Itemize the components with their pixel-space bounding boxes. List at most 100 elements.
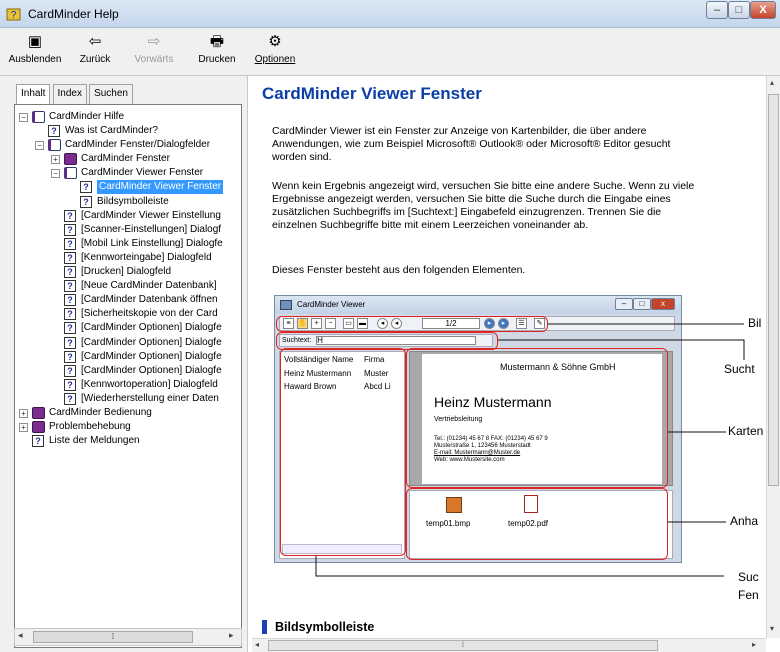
tree-item[interactable]: ? [CardMinder Optionen] Dialogfe (15, 336, 237, 350)
tree-item-label: CardMinder Fenster (81, 153, 170, 165)
back-label: Zurück (79, 54, 111, 65)
help-page-icon: ? (80, 195, 92, 208)
scroll-down-icon[interactable]: ▾ (770, 624, 774, 633)
tree-item-label: [Kennworteingabe] Dialogfeld (81, 251, 212, 263)
tree-item[interactable]: ? [CardMinder Viewer Einstellung (15, 209, 237, 223)
collapse-icon[interactable]: − (51, 169, 60, 179)
tree-item[interactable]: + CardMinder Fenster (15, 152, 237, 166)
back-button[interactable]: ⇦ Zurück (74, 32, 116, 65)
tree-item[interactable]: ? [Drucken] Dialogfeld (15, 265, 237, 279)
tree-item[interactable]: ? [Scanner-Einstellungen] Dialogf (15, 223, 237, 237)
tree-item-label: CardMinder Fenster/Dialogfelder (65, 139, 211, 151)
tree-item[interactable]: ? [Sicherheitskopie von der Card (15, 307, 237, 321)
tab-search[interactable]: Suchen (89, 84, 133, 104)
tree-item[interactable]: + Problembehebung (15, 420, 237, 434)
help-page-icon: ? (64, 294, 76, 307)
forward-button[interactable]: ⇨ Vorwärts (128, 32, 180, 65)
tree-item[interactable]: ? Bildsymbolleiste (15, 195, 237, 209)
help-page-icon: ? (64, 378, 76, 391)
print-label: Drucken (198, 54, 236, 65)
help-page-icon: ? (64, 237, 76, 250)
options-icon: ⚙ (268, 33, 282, 50)
minimize-button[interactable]: – (706, 1, 728, 19)
tree-item-label: CardMinder Bedienung (49, 406, 152, 418)
help-page-icon: ? (80, 181, 92, 194)
section-heading: Bildsymbolleiste (262, 620, 374, 634)
tree-item-label: Bildsymbolleiste (97, 195, 169, 207)
forward-arrow-icon: ⇨ (147, 33, 161, 50)
expand-icon[interactable]: + (19, 408, 28, 418)
tree-item-label: [Kennwortoperation] Dialogfeld (81, 378, 218, 390)
tree-item[interactable]: − CardMinder Viewer Fenster (15, 166, 237, 180)
toolbar: ▣ Ausblenden ⇦ Zurück ⇨ Vorwärts 🖶 Druck… (0, 28, 780, 76)
hide-button[interactable]: ▣ Ausblenden (6, 32, 64, 65)
tree-item[interactable]: ? [CardMinder Optionen] Dialogfe (15, 321, 237, 335)
title-bar: ? CardMinder Help – □ X (0, 0, 780, 28)
options-button[interactable]: ⚙ Optionen (252, 32, 298, 65)
tree-item[interactable]: ? CardMinder Viewer Fenster (15, 180, 237, 195)
tree-item-label: [CardMinder Viewer Einstellung (81, 209, 221, 221)
tree-item-label: [Sicherheitskopie von der Card (81, 308, 218, 320)
content-hscroll-thumb[interactable]: ⁞ (268, 640, 658, 651)
topic-content: CardMinder Viewer Fenster CardMinder Vie… (252, 76, 766, 638)
content-horizontal-scrollbar[interactable]: ◂ ⁞ ▸ (252, 638, 766, 652)
help-page-icon: ? (64, 266, 76, 279)
forward-label: Vorwärts (134, 54, 174, 65)
tree-item[interactable]: ? [CardMinder Datenbank öffnen (15, 293, 237, 307)
help-page-icon: ? (64, 336, 76, 349)
maximize-button[interactable]: □ (728, 1, 750, 19)
tree-item-label: [Drucken] Dialogfeld (81, 266, 172, 278)
scroll-left-icon[interactable]: ◂ (255, 640, 259, 649)
tree-item[interactable]: ? [Mobil Link Einstellung] Dialogfe (15, 237, 237, 251)
callout-lines (315, 323, 745, 577)
tree-item[interactable]: ? [Wiederherstellung einer Daten (15, 392, 237, 406)
tab-index[interactable]: Index (52, 84, 87, 104)
nav-tabs: Inhalt Index Suchen (16, 84, 133, 105)
callout-list-2: Fen (738, 588, 759, 602)
scroll-up-icon[interactable]: ▴ (770, 78, 774, 87)
tree-item[interactable]: − CardMinder Fenster/Dialogfelder (15, 138, 237, 152)
contents-tree-box: − CardMinder Hilfe? Was ist CardMinder? − Ca… (14, 104, 242, 648)
options-label: Optionen (254, 54, 296, 65)
hide-label: Ausblenden (8, 54, 62, 65)
help-page-icon: ? (64, 280, 76, 293)
tab-contents[interactable]: Inhalt (16, 84, 51, 105)
tree-item[interactable]: − CardMinder Hilfe (15, 110, 237, 124)
tree-item[interactable]: ? [Kennworteingabe] Dialogfeld (15, 251, 237, 265)
open-book-icon (48, 139, 61, 152)
tree-item[interactable]: ? [Neue CardMinder Datenbank] (15, 279, 237, 293)
tree-item[interactable]: ? Was ist CardMinder? (15, 124, 237, 138)
tree-item[interactable]: ? [CardMinder Optionen] Dialogfe (15, 350, 237, 364)
tree-item[interactable]: ? [Kennwortoperation] Dialogfeld (15, 378, 237, 392)
scroll-right-icon[interactable]: ▸ (752, 640, 756, 649)
scroll-left-icon[interactable]: ◂ (18, 630, 23, 641)
collapse-icon[interactable]: − (19, 113, 28, 122)
collapse-icon[interactable]: − (35, 141, 44, 151)
tree-item-label: [CardMinder Optionen] Dialogfe (81, 364, 222, 376)
tree-horizontal-scrollbar[interactable]: ◂ ⁞ ▸ (14, 628, 242, 646)
tree-item-label: [Wiederherstellung einer Daten (81, 392, 219, 404)
callout-image-toolbar: Bil (748, 316, 762, 330)
content-scroll-thumb[interactable] (768, 94, 779, 486)
help-page-icon: ? (32, 435, 44, 448)
closed-book-icon (32, 406, 45, 419)
tree-item[interactable]: ? [CardMinder Optionen] Dialogfe (15, 364, 237, 378)
navigation-pane: Inhalt Index Suchen − CardMinder Hilfe? Wa… (0, 76, 248, 652)
expand-icon[interactable]: + (19, 423, 28, 433)
tree-item[interactable]: ? Liste der Meldungen (15, 434, 237, 448)
help-page-icon: ? (64, 223, 76, 236)
help-app-icon: ? (6, 8, 21, 21)
printer-icon: 🖶 (209, 33, 225, 50)
content-vertical-scrollbar[interactable]: ▴ ▾ (766, 76, 780, 638)
closed-book-icon (32, 421, 45, 434)
callout-list-1: Suc (738, 570, 759, 584)
print-button[interactable]: 🖶 Drucken (194, 32, 240, 65)
expand-icon[interactable]: + (51, 155, 60, 165)
help-page-icon: ? (64, 322, 76, 335)
close-button[interactable]: X (750, 1, 776, 19)
help-page-icon: ? (64, 209, 76, 222)
tree-scroll-thumb[interactable]: ⁞ (33, 631, 193, 643)
help-page-icon: ? (64, 392, 76, 405)
tree-item[interactable]: + CardMinder Bedienung (15, 406, 237, 420)
scroll-right-icon[interactable]: ▸ (229, 630, 234, 641)
